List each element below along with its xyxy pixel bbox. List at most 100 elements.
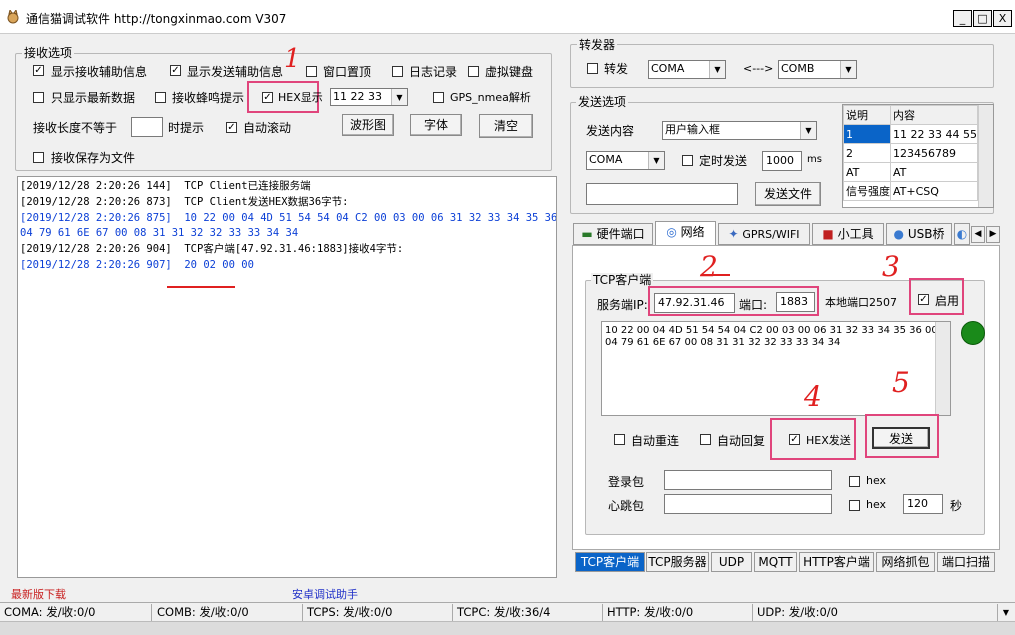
table-cell: 1 [843,124,892,144]
show-recv-info-checkbox[interactable]: ✓ [33,65,44,76]
show-send-info-checkbox[interactable]: ✓ [170,65,181,76]
tab-packet-capture[interactable]: 网络抓包 [876,552,935,572]
virtual-keyboard-label: 虚拟键盘 [485,65,534,79]
hex-send-checkbox[interactable]: ✓ [789,434,800,445]
table-cell: 123456789 [890,143,978,163]
status-udp: UDP: 发/收:0/0 [753,604,998,621]
receive-log[interactable]: [2019/12/28 2:20:26 144] TCP Client已连接服务… [17,176,557,578]
send-file-button[interactable]: 发送文件 [755,182,821,206]
tab-tools[interactable]: ■ 小工具 [812,223,884,245]
window-top-checkbox[interactable] [306,66,317,77]
log-record-checkbox[interactable] [392,66,403,77]
tab-usb-bridge[interactable]: ● USB桥 [886,223,952,245]
tab-tcp-client[interactable]: TCP客户端 [575,552,645,572]
forward-com-a-combo[interactable]: COMA ▼ [648,60,726,79]
send-file-path-input[interactable] [586,183,738,205]
heartbeat-hex-label: hex [866,498,887,511]
send-data-scrollbar[interactable] [935,322,950,415]
app-cat-icon [6,8,20,24]
send-port-value: COMA [589,153,623,166]
timed-send-interval[interactable]: 1000 [762,151,802,171]
table-header: 内容 [890,105,978,125]
virtual-keyboard-checkbox[interactable] [468,66,479,77]
minimize-button[interactable]: _ [953,10,972,27]
forward-checkbox[interactable] [587,63,598,74]
chevron-down-icon: ▼ [709,61,725,78]
heartbeat-seconds-label: 秒 [950,499,963,513]
tab-scroll-right-button[interactable]: ▶ [986,226,1000,243]
auto-reconnect-label: 自动重连 [631,434,680,448]
hex-display-checkbox[interactable]: ✓ [262,92,273,103]
android-assistant-link[interactable]: 安卓调试助手 [292,586,358,602]
recv-length-input[interactable] [131,117,163,137]
table-cell: AT [843,162,892,182]
enable-checkbox[interactable]: ✓ [918,294,929,305]
port-input[interactable]: 1883 [776,292,815,312]
font-button[interactable]: 字体 [410,114,462,136]
heartbeat-input[interactable] [664,494,832,514]
log-line: [2019/12/28 2:20:26 144] TCP Client已连接服务… [20,180,311,192]
annotation-3: 3 [882,250,900,283]
tab-overflow[interactable]: ◐ [954,223,970,245]
hex-display-combo[interactable]: 11 22 33 ▼ [330,88,408,106]
server-ip-input[interactable]: 47.92.31.46 [654,293,735,313]
tab-hardware-port[interactable]: ▬ 硬件端口 [573,223,653,245]
only-latest-checkbox[interactable] [33,92,44,103]
forward-label: 转发 [604,62,629,76]
tab-http-client[interactable]: HTTP客户端 [799,552,874,572]
send-button[interactable]: 发送 [872,427,930,449]
login-packet-label: 登录包 [608,475,645,489]
heartbeat-hex-checkbox[interactable] [849,500,860,511]
gps-parse-checkbox[interactable] [433,92,444,103]
auto-reconnect-checkbox[interactable] [614,434,625,445]
status-scroll-down-icon[interactable]: ▼ [999,604,1013,621]
table-scrollbar[interactable] [978,105,993,207]
tab-scroll-left-button[interactable]: ◀ [971,226,985,243]
waveform-button[interactable]: 波形图 [342,114,394,136]
auto-scroll-checkbox[interactable]: ✓ [226,122,237,133]
latest-version-link[interactable]: 最新版下载 [11,586,66,602]
quick-send-table[interactable]: 说明 内容 1 11 22 33 44 55 2 123456789 AT AT… [842,104,994,208]
forward-com-b-combo[interactable]: COMB ▼ [778,60,857,79]
table-cell: 2 [843,143,892,163]
log-line: [2019/12/28 2:20:26 873] TCP Client发送HEX… [20,195,349,208]
connection-status-indicator [961,321,985,345]
forward-arrows: <---> [743,62,774,75]
recv-beep-checkbox[interactable] [155,92,166,103]
window-top-label: 窗口置顶 [323,65,372,79]
tab-tcp-server[interactable]: TCP服务器 [646,552,709,572]
heartbeat-interval-input[interactable]: 120 [903,494,943,514]
show-send-info-label: 显示发送辅助信息 [187,65,284,79]
hex-display-label: HEX显示 [278,91,323,104]
auto-reply-checkbox[interactable] [700,434,711,445]
status-tcpc: TCPC: 发/收:36/4 [453,604,603,621]
send-port-combo[interactable]: COMA ▼ [586,151,665,170]
clear-button[interactable]: 清空 [479,114,533,138]
log-line: 04 79 61 6E 67 00 08 31 31 32 32 33 33 3… [20,227,299,240]
timed-send-checkbox[interactable] [682,155,693,166]
login-hex-checkbox[interactable] [849,476,860,487]
tab-network[interactable]: ◎ 网络 [655,221,716,246]
maximize-button[interactable]: □ [973,10,992,27]
tab-port-scan[interactable]: 端口扫描 [937,552,995,572]
table-row[interactable]: 信号强度 AT+CSQ [843,181,978,201]
recv-beep-label: 接收蜂鸣提示 [172,91,245,105]
send-content-combo[interactable]: 用户输入框 ▼ [662,121,817,140]
table-row[interactable]: AT AT [843,162,978,182]
tab-label: 小工具 [837,227,874,241]
log-line: [2019/12/28 2:20:26 907] 20 02 00 00 [20,258,254,271]
recv-length-suffix: 时提示 [168,121,205,135]
chevron-down-icon: ▼ [800,122,816,139]
login-packet-input[interactable] [664,470,832,490]
save-to-file-checkbox[interactable] [33,152,44,163]
tab-mqtt[interactable]: MQTT [754,552,797,572]
tab-gprs-wifi[interactable]: ✦ GPRS/WIFI [718,223,810,245]
table-row[interactable]: 1 11 22 33 44 55 [843,124,978,144]
toolbox-icon: ■ [822,227,834,241]
table-row[interactable]: 2 123456789 [843,143,978,163]
tab-label: 硬件端口 [596,227,645,241]
tab-udp[interactable]: UDP [711,552,752,572]
login-hex-label: hex [866,474,887,487]
forward-com-a-value: COMA [651,62,685,75]
close-button[interactable]: X [993,10,1012,27]
